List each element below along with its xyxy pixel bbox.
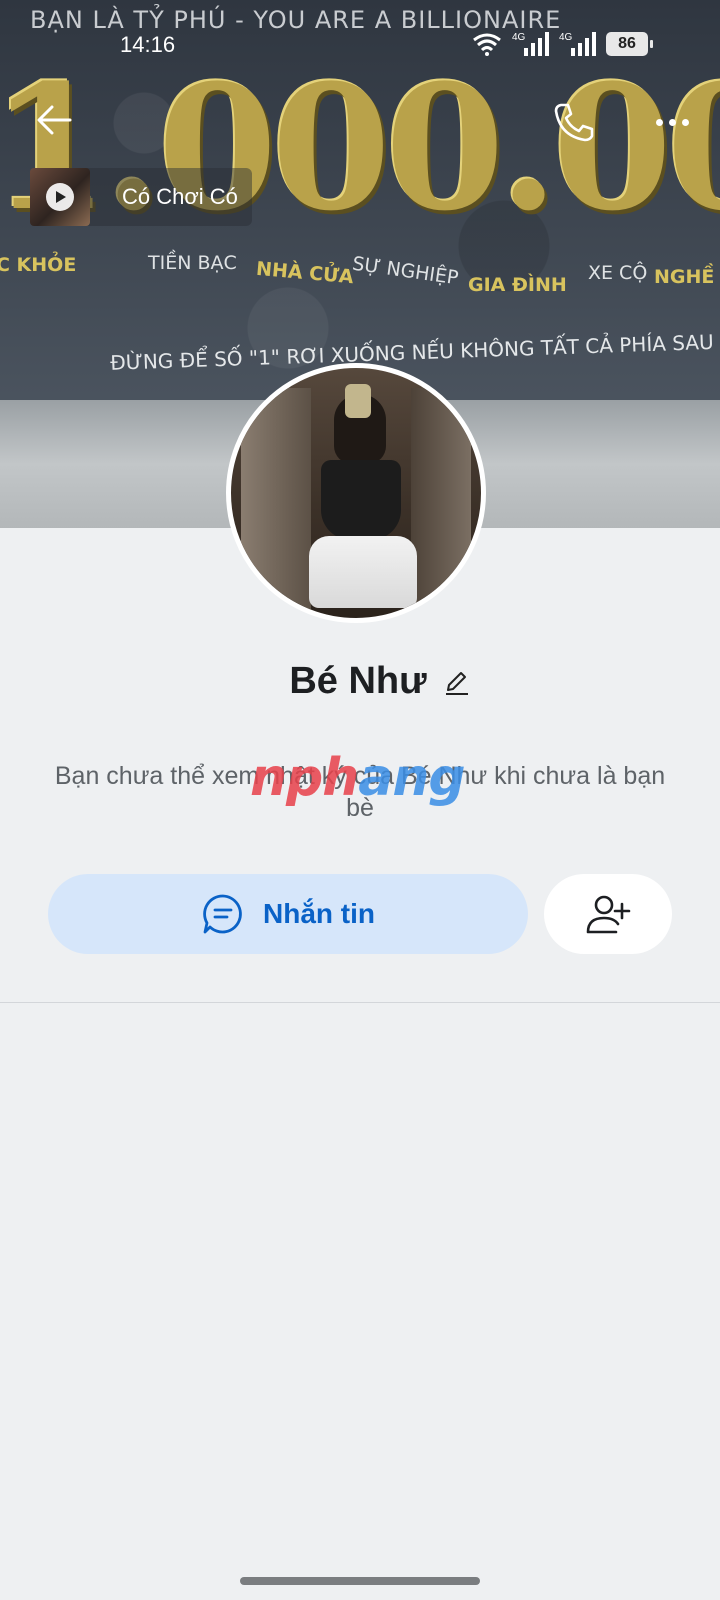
chat-bubble-icon <box>203 894 242 934</box>
more-options-button[interactable] <box>650 104 694 140</box>
network-type-label: 4G <box>512 32 526 43</box>
battery-icon: 86 <box>606 32 653 56</box>
cover-words: C KHỎE TIỀN BẠC NHÀ CỬA SỰ NGHIỆP GIA ĐÌ… <box>0 252 720 296</box>
watermark-part: ang <box>358 748 465 808</box>
watermark: nphang <box>250 748 466 808</box>
network-type-label: 4G <box>559 32 573 43</box>
back-arrow-icon <box>37 105 72 135</box>
section-divider <box>0 1002 720 1003</box>
add-friend-button[interactable] <box>544 874 672 954</box>
cover-word: GIA ĐÌNH <box>468 274 567 296</box>
cover-word: SỰ NGHIỆP <box>350 252 460 290</box>
play-icon <box>46 183 74 211</box>
cover-word: NGHỀ THI <box>654 266 720 288</box>
music-thumbnail <box>30 168 90 226</box>
send-message-button[interactable]: Nhắn tin <box>48 874 528 954</box>
status-icons: 4G 4G 86 <box>472 32 653 56</box>
edit-pencil-icon[interactable] <box>443 668 471 696</box>
phone-icon <box>554 103 594 142</box>
watermark-part: nph <box>250 748 359 808</box>
back-button[interactable] <box>34 100 74 140</box>
music-title: Có Chơi Có <box>122 184 238 209</box>
status-time: 14:16 <box>120 32 176 57</box>
home-indicator[interactable] <box>240 1577 480 1585</box>
send-message-label: Nhắn tin <box>263 898 375 929</box>
cover-word: C KHỎE <box>0 254 77 276</box>
cover-word: TIỀN BẠC <box>148 252 237 274</box>
add-friend-icon <box>586 895 631 934</box>
cellular-signal-icon: 4G <box>559 32 596 56</box>
profile-screen: BẠN LÀ TỶ PHÚ - YOU ARE A BILLIONAIRE 1.… <box>0 0 720 1600</box>
dot-icon <box>668 118 676 126</box>
profile-music-chip[interactable]: Có Chơi Có <box>30 168 252 226</box>
profile-avatar[interactable] <box>226 363 486 623</box>
call-button[interactable] <box>552 100 596 144</box>
profile-name: Bé Như <box>289 660 427 702</box>
profile-name-row: Bé Như <box>0 660 720 703</box>
cover-word: XE CỘ <box>588 262 648 284</box>
wifi-icon <box>473 33 501 56</box>
status-bar: 14:16 4G 4G 86 <box>0 26 720 66</box>
cellular-signal-icon: 4G <box>512 32 549 56</box>
cover-word: NHÀ CỬA <box>255 257 355 289</box>
dot-icon <box>681 118 689 126</box>
battery-level: 86 <box>618 35 636 52</box>
dot-icon <box>655 118 663 126</box>
